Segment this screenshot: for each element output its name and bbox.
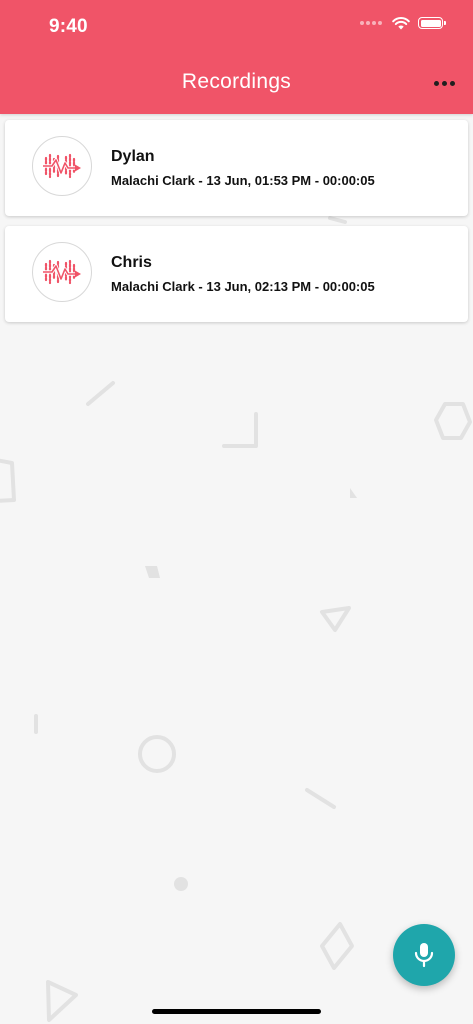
page-title: Recordings (181, 70, 292, 93)
recording-item[interactable]: Chris Malachi Clark - 13 Jun, 02:13 PM -… (5, 226, 468, 322)
app-header: 9:40 Recordings (0, 0, 473, 114)
battery-icon (418, 17, 446, 29)
recording-meta: Malachi Clark - 13 Jun, 01:53 PM - 00:00… (111, 173, 375, 188)
more-horizontal-icon (433, 80, 439, 86)
wifi-icon (392, 17, 410, 30)
audio-waveform-icon (43, 259, 81, 285)
status-bar-icons (360, 16, 446, 30)
record-button[interactable] (393, 924, 455, 986)
recordings-list: Dylan Malachi Clark - 13 Jun, 01:53 PM -… (5, 120, 468, 332)
recording-meta: Malachi Clark - 13 Jun, 02:13 PM - 00:00… (111, 279, 375, 294)
signal-dots-icon (360, 21, 382, 25)
recording-avatar (32, 242, 92, 302)
recording-name: Chris (111, 254, 152, 271)
microphone-icon (414, 943, 434, 968)
more-options-button[interactable] (431, 72, 457, 94)
recording-name: Dylan (111, 148, 155, 165)
recording-item[interactable]: Dylan Malachi Clark - 13 Jun, 01:53 PM -… (5, 120, 468, 216)
status-bar-time: 9:40 (49, 16, 88, 37)
home-indicator[interactable] (152, 1009, 321, 1014)
audio-waveform-icon (43, 153, 81, 179)
recording-avatar (32, 136, 92, 196)
